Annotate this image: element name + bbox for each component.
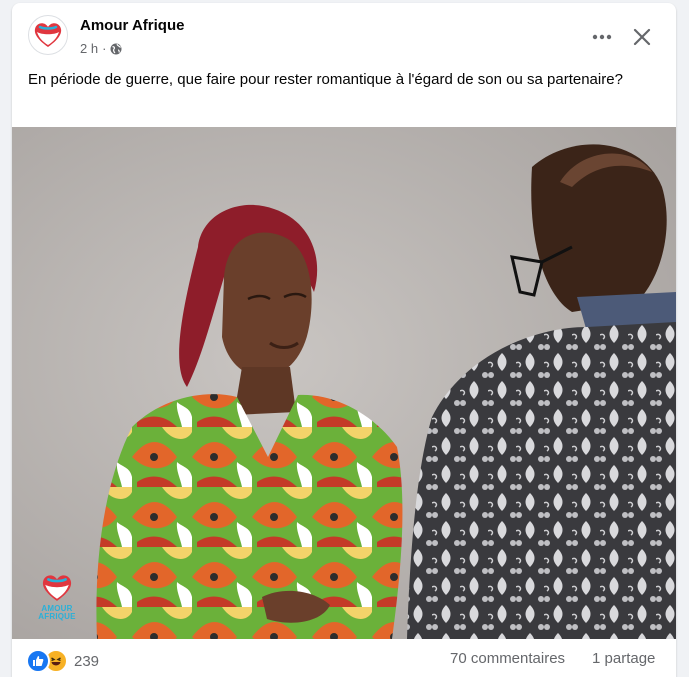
like-icon bbox=[26, 649, 50, 673]
page-name[interactable]: Amour Afrique bbox=[80, 17, 184, 34]
watermark-text: AMOUR AFRIQUE bbox=[38, 604, 76, 621]
photo-watermark: AMOUR AFRIQUE bbox=[36, 573, 78, 621]
reaction-count: 239 bbox=[74, 652, 100, 670]
page-avatar[interactable] bbox=[28, 15, 68, 55]
more-options-icon bbox=[592, 34, 612, 40]
post-footer: 239 70 commentaires 1 partage bbox=[12, 639, 676, 677]
heart-logo-icon bbox=[42, 575, 72, 601]
photo-illustration bbox=[12, 127, 676, 639]
post-time[interactable]: 2 h bbox=[80, 41, 98, 56]
reactions-summary[interactable]: 239 bbox=[26, 649, 99, 673]
post-photo[interactable]: AMOUR AFRIQUE bbox=[12, 127, 676, 639]
close-icon bbox=[633, 28, 651, 46]
post-meta: 2 h · bbox=[80, 41, 122, 56]
post-header: Amour Afrique 2 h · bbox=[12, 3, 676, 63]
comments-count-link[interactable]: 70 commentaires bbox=[450, 650, 565, 667]
heart-logo-icon bbox=[34, 23, 62, 47]
more-options-button[interactable] bbox=[586, 21, 618, 53]
post-card: Amour Afrique 2 h · En période de guerre… bbox=[12, 3, 676, 677]
globe-icon bbox=[110, 43, 122, 54]
close-button[interactable] bbox=[626, 21, 658, 53]
shares-count-link[interactable]: 1 partage bbox=[592, 650, 655, 667]
separator-dot: · bbox=[102, 41, 107, 56]
post-text: En période de guerre, que faire pour res… bbox=[28, 71, 623, 88]
